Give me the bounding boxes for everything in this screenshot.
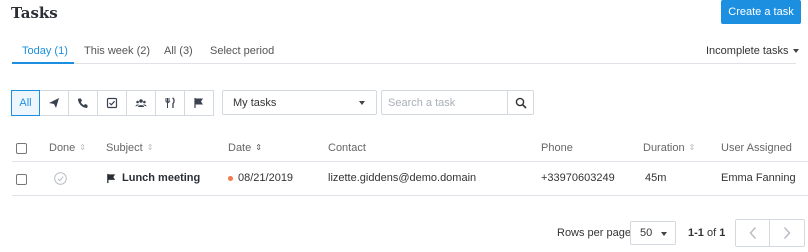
chevron-left-icon [748, 226, 756, 240]
owner-filter-select[interactable]: My tasks [222, 90, 377, 115]
task-phone: +33970603249 [541, 172, 615, 184]
flag-icon [194, 98, 203, 108]
sort-icon: ⇕ [79, 143, 86, 152]
overdue-status-dot [228, 175, 233, 181]
select-all-checkbox[interactable] [16, 143, 27, 154]
fork-knife-icon [165, 97, 175, 108]
search-input[interactable] [381, 90, 507, 115]
previous-page-button[interactable] [736, 220, 771, 246]
pagination-controls [735, 219, 805, 247]
column-header-contact: Contact [328, 142, 366, 154]
tab-today[interactable]: Today (1) [22, 45, 68, 57]
status-filter-label: Incomplete tasks [706, 45, 789, 57]
caret-down-icon [792, 49, 799, 53]
period-tabs: Today (1) This week (2) All (3) Select p… [12, 40, 796, 64]
filter-all-button[interactable]: All [11, 90, 40, 116]
pagination-range: 1-1 of 1 [688, 227, 726, 239]
filter-email-button[interactable] [39, 90, 69, 116]
tab-all[interactable]: All (3) [164, 45, 193, 57]
column-header-duration[interactable]: Duration ⇕ [643, 142, 695, 154]
search-button[interactable] [507, 90, 534, 115]
filter-call-button[interactable] [68, 90, 98, 116]
caret-down-icon [359, 101, 365, 105]
active-tab-indicator [12, 62, 74, 64]
create-task-button[interactable]: Create a task [721, 0, 801, 24]
next-page-button[interactable] [770, 220, 804, 246]
rows-per-page-value: 50 [640, 227, 653, 239]
chevron-right-icon [783, 226, 791, 240]
tab-select-period[interactable]: Select period [210, 45, 274, 57]
phone-icon [78, 98, 88, 108]
rows-per-page-label: Rows per page [557, 227, 631, 239]
send-icon [49, 98, 59, 108]
task-user-assigned: Emma Fanning [721, 172, 796, 184]
sort-icon: ⇕ [688, 143, 696, 152]
column-header-subject[interactable]: Subject ⇕ [106, 142, 153, 154]
sort-icon: ⇕ [146, 143, 154, 152]
page-title: Tasks [11, 4, 58, 22]
column-header-phone: Phone [541, 142, 573, 154]
caret-down-icon [661, 232, 667, 236]
divider [12, 195, 808, 196]
divider [12, 161, 808, 162]
task-contact[interactable]: lizette.giddens@demo.domain [328, 172, 476, 184]
filter-todo-button[interactable] [97, 90, 127, 116]
checkbox-icon [106, 97, 118, 109]
column-header-date[interactable]: Date ⇕ [228, 142, 262, 154]
task-type-filters: All [11, 90, 214, 116]
status-filter-dropdown[interactable]: Incomplete tasks [706, 45, 799, 57]
search-icon [515, 97, 527, 109]
rows-per-page-select[interactable]: 50 [630, 221, 676, 245]
filter-deadline-button[interactable] [184, 90, 214, 116]
task-date: 08/21/2019 [228, 172, 293, 184]
task-duration: 45m [645, 172, 667, 184]
tab-this-week[interactable]: This week (2) [84, 45, 150, 57]
column-header-user-assigned: User Assigned [721, 142, 792, 154]
row-select-checkbox[interactable] [16, 174, 27, 185]
owner-filter-value: My tasks [233, 96, 277, 109]
filter-meeting-button[interactable] [126, 90, 156, 116]
done-toggle-icon[interactable] [54, 172, 67, 185]
flag-icon [107, 173, 116, 183]
sort-icon: ⇕ [255, 143, 262, 152]
column-header-done[interactable]: Done ⇕ [49, 142, 86, 154]
group-icon [135, 99, 147, 107]
task-subject[interactable]: Lunch meeting [106, 172, 200, 184]
filter-lunch-button[interactable] [155, 90, 185, 116]
